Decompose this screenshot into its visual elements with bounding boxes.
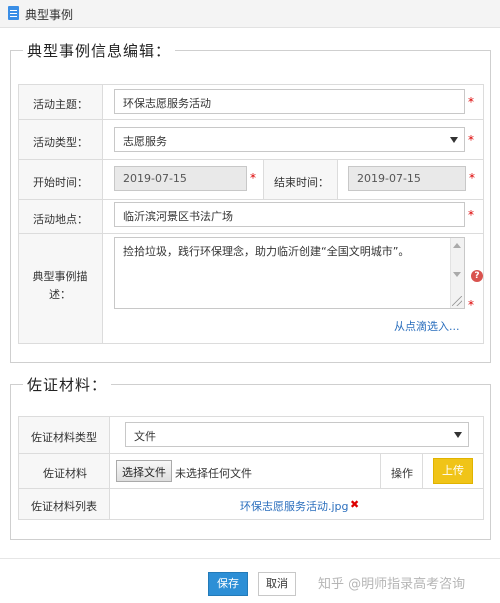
section-info-title: 典型事例信息编辑： [23, 40, 176, 61]
scroll-down-icon[interactable] [453, 272, 461, 277]
evidence-type-value: 文件 [134, 430, 156, 443]
location-label: 活动地点： [33, 213, 88, 226]
chevron-down-icon [454, 432, 462, 438]
resize-grip-icon[interactable] [452, 296, 462, 306]
theme-label: 活动主题： [33, 98, 88, 111]
help-icon[interactable]: ? [471, 270, 483, 282]
desc-text: 捡拾垃圾，践行环保理念，助力临沂创建“全国文明城市”。 [123, 245, 410, 258]
upload-button[interactable]: 上传 [433, 458, 473, 484]
end-label: 结束时间： [274, 176, 329, 189]
type-label: 活动类型： [33, 136, 88, 149]
desc-label: 典型事例描述： [32, 270, 88, 301]
theme-input[interactable]: 环保志愿服务活动 [114, 89, 465, 114]
end-date-input[interactable]: 2019-07-15 [348, 166, 466, 191]
desc-required-mark: * [468, 298, 474, 312]
remove-file-icon[interactable]: ✖ [350, 498, 359, 511]
location-input[interactable]: 临沂滨河景区书法广场 [114, 202, 465, 227]
evidence-file-link[interactable]: 环保志愿服务活动.jpg [240, 498, 349, 514]
watermark: 知乎 @明师指录高考咨询 [318, 577, 466, 592]
chevron-down-icon [450, 137, 458, 143]
scroll-up-icon[interactable] [453, 243, 461, 248]
type-select-value: 志愿服务 [123, 135, 167, 148]
start-date-input[interactable]: 2019-07-15 [114, 166, 247, 191]
choose-file-button[interactable]: 选择文件 [116, 460, 172, 482]
end-required-mark: * [469, 171, 475, 185]
location-required-mark: * [468, 208, 474, 222]
type-required-mark: * [468, 133, 474, 147]
pick-from-dianldi-link[interactable]: 从点滴选入... [394, 318, 460, 334]
start-required-mark: * [250, 171, 256, 185]
evidence-type-label: 佐证材料类型 [31, 431, 97, 444]
start-label: 开始时间： [33, 176, 88, 189]
section-evidence-title: 佐证材料： [23, 374, 112, 395]
window-titlebar: 典型事例 [0, 0, 500, 28]
type-select[interactable]: 志愿服务 [114, 127, 465, 152]
op-label: 操作 [391, 467, 413, 480]
no-file-chosen-text: 未选择任何文件 [175, 467, 252, 480]
window-title: 典型事例 [25, 8, 74, 22]
document-icon [8, 6, 19, 20]
evidence-material-label: 佐证材料 [43, 467, 87, 480]
save-button[interactable]: 保存 [208, 572, 248, 596]
desc-textarea[interactable]: 捡拾垃圾，践行环保理念，助力临沂创建“全国文明城市”。 [114, 237, 465, 309]
theme-required-mark: * [468, 95, 474, 109]
evidence-type-select[interactable]: 文件 [125, 422, 469, 447]
footer-divider [0, 558, 500, 559]
cancel-button[interactable]: 取消 [258, 572, 296, 596]
evidence-list-label: 佐证材料列表 [31, 500, 97, 513]
